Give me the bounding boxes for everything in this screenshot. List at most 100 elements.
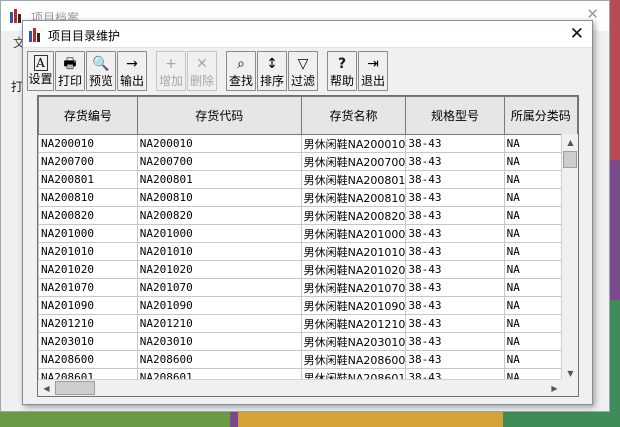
table-cell[interactable]: 38-43 [405,278,505,297]
dialog-titlebar: 项目目录维护 ✕ [23,21,592,48]
table-cell[interactable]: 男休闲鞋NA200700 [300,152,407,171]
table-row[interactable]: NA200700 NA200700 男休闲鞋NA200700 38-43 NA [38,152,578,171]
table-cell[interactable]: NA200801 [38,170,138,189]
table-cell[interactable]: 38-43 [405,188,505,207]
table-cell[interactable]: NA208600 [38,350,138,369]
delete-button[interactable]: ✕ 删除 [187,51,217,91]
table-cell[interactable]: 38-43 [405,332,505,351]
column-header-item-no[interactable]: 存货编号 [38,96,138,135]
table-cell[interactable]: 38-43 [405,224,505,243]
table-row[interactable]: NA203010 NA203010 男休闲鞋NA203010 38-43 NA [38,332,578,351]
table-cell[interactable]: 38-43 [405,260,505,279]
table-cell[interactable]: NA200801 [136,170,302,189]
sort-button[interactable]: ↕ 排序 [257,51,287,91]
table-cell[interactable]: NA200810 [136,188,302,207]
table-cell[interactable]: NA200010 [38,134,138,153]
table-cell[interactable]: NA201020 [136,260,302,279]
horizontal-scrollbar[interactable]: ◀ ▶ [38,379,563,396]
table-cell[interactable]: 男休闲鞋NA201020 [300,260,407,279]
vertical-scroll-thumb[interactable] [563,151,577,168]
table-cell[interactable]: 38-43 [405,152,505,171]
table-cell[interactable]: 38-43 [405,206,505,225]
table-row[interactable]: NA208600 NA208600 男休闲鞋NA208600 38-43 NA [38,350,578,369]
table-cell[interactable]: NA201090 [38,296,138,315]
table-cell[interactable]: NA201070 [38,278,138,297]
column-header-item-name[interactable]: 存货名称 [300,96,407,135]
table-cell[interactable]: NA203010 [38,332,138,351]
exit-button[interactable]: ⇥ 退出 [358,51,388,91]
close-icon[interactable]: ✕ [570,24,584,44]
table-row[interactable]: NA200010 NA200010 男休闲鞋NA200010 38-43 NA [38,134,578,153]
table-row[interactable]: NA201020 NA201020 男休闲鞋NA201020 38-43 NA [38,260,578,279]
table-cell[interactable]: NA200010 [136,134,302,153]
table-cell[interactable]: NA201000 [38,224,138,243]
export-button[interactable]: → 输出 [117,51,147,91]
table-cell[interactable]: NA201020 [38,260,138,279]
table-row[interactable]: NA201070 NA201070 男休闲鞋NA201070 38-43 NA [38,278,578,297]
sort-label: 排序 [259,74,284,88]
app-icon [29,28,40,42]
print-label: 打印 [57,74,82,88]
add-label: 增加 [158,74,183,88]
table-row[interactable]: NA201090 NA201090 男休闲鞋NA201090 38-43 NA [38,296,578,315]
table-cell[interactable]: NA208600 [136,350,302,369]
print-button[interactable]: 🖶 打印 [55,51,85,91]
table-cell[interactable]: 38-43 [405,314,505,333]
table-cell[interactable]: 男休闲鞋NA200820 [300,206,407,225]
table-cell[interactable]: 男休闲鞋NA201210 [300,314,407,333]
table-cell[interactable]: 38-43 [405,170,505,189]
table-cell[interactable]: NA200700 [38,152,138,171]
table-cell[interactable]: 男休闲鞋NA203010 [300,332,407,351]
table-cell[interactable]: 男休闲鞋NA201000 [300,224,407,243]
table-cell[interactable]: NA201010 [38,242,138,261]
find-button[interactable]: ⌕ 查找 [226,51,256,91]
table-cell[interactable]: 38-43 [405,296,505,315]
table-cell[interactable]: 男休闲鞋NA200810 [300,188,407,207]
preview-label: 预览 [88,74,113,88]
table-cell[interactable]: NA200820 [38,206,138,225]
table-cell[interactable]: NA203010 [136,332,302,351]
table-cell[interactable]: 38-43 [405,350,505,369]
column-header-item-code[interactable]: 存货代码 [136,96,302,135]
table-cell[interactable]: NA201000 [136,224,302,243]
add-button[interactable]: + 增加 [156,51,186,91]
table-cell[interactable]: 男休闲鞋NA201010 [300,242,407,261]
vertical-scrollbar[interactable]: ▲ ▼ [561,134,578,382]
table-cell[interactable]: 38-43 [405,134,505,153]
horizontal-scroll-thumb[interactable] [55,381,95,395]
scroll-up-icon[interactable]: ▲ [562,134,578,151]
table-cell[interactable]: 男休闲鞋NA201070 [300,278,407,297]
table-cell[interactable]: NA200810 [38,188,138,207]
page-setup-icon: A [33,55,48,71]
table-row[interactable]: NA200820 NA200820 男休闲鞋NA200820 38-43 NA [38,206,578,225]
table-cell[interactable]: NA201090 [136,296,302,315]
table-cell[interactable]: NA201070 [136,278,302,297]
export-icon: → [126,56,138,72]
sort-icon: ↕ [266,56,278,72]
table-cell[interactable]: NA201210 [136,314,302,333]
table-row[interactable]: NA201000 NA201000 男休闲鞋NA201000 38-43 NA [38,224,578,243]
table-row[interactable]: NA200810 NA200810 男休闲鞋NA200810 38-43 NA [38,188,578,207]
table-cell[interactable]: 38-43 [405,242,505,261]
table-row[interactable]: NA200801 NA200801 男休闲鞋NA200801 38-43 NA [38,170,578,189]
table-cell[interactable]: 男休闲鞋NA201090 [300,296,407,315]
table-row[interactable]: NA201210 NA201210 男休闲鞋NA201210 38-43 NA [38,314,578,333]
table-cell[interactable]: NA201210 [38,314,138,333]
setup-button[interactable]: A 设置 [27,51,54,91]
find-label: 查找 [228,74,253,88]
filter-button[interactable]: ▽ 过滤 [288,51,318,91]
scroll-left-icon[interactable]: ◀ [38,380,55,396]
table-cell[interactable]: 男休闲鞋NA200010 [300,134,407,153]
table-cell[interactable]: NA201010 [136,242,302,261]
table-header-row: 存货编号 存货代码 存货名称 规格型号 所属分类码 [38,96,578,135]
help-button[interactable]: ? 帮助 [327,51,357,91]
table-cell[interactable]: 男休闲鞋NA208600 [300,350,407,369]
table-cell[interactable]: NA200700 [136,152,302,171]
preview-button[interactable]: 🔍 预览 [86,51,116,91]
table-cell[interactable]: NA200820 [136,206,302,225]
column-header-category[interactable]: 所属分类码 [503,96,578,135]
column-header-spec[interactable]: 规格型号 [405,96,505,135]
inventory-grid[interactable]: 存货编号 存货代码 存货名称 规格型号 所属分类码 NA200010 NA2000… [37,95,579,397]
table-cell[interactable]: 男休闲鞋NA200801 [300,170,407,189]
table-row[interactable]: NA201010 NA201010 男休闲鞋NA201010 38-43 NA [38,242,578,261]
